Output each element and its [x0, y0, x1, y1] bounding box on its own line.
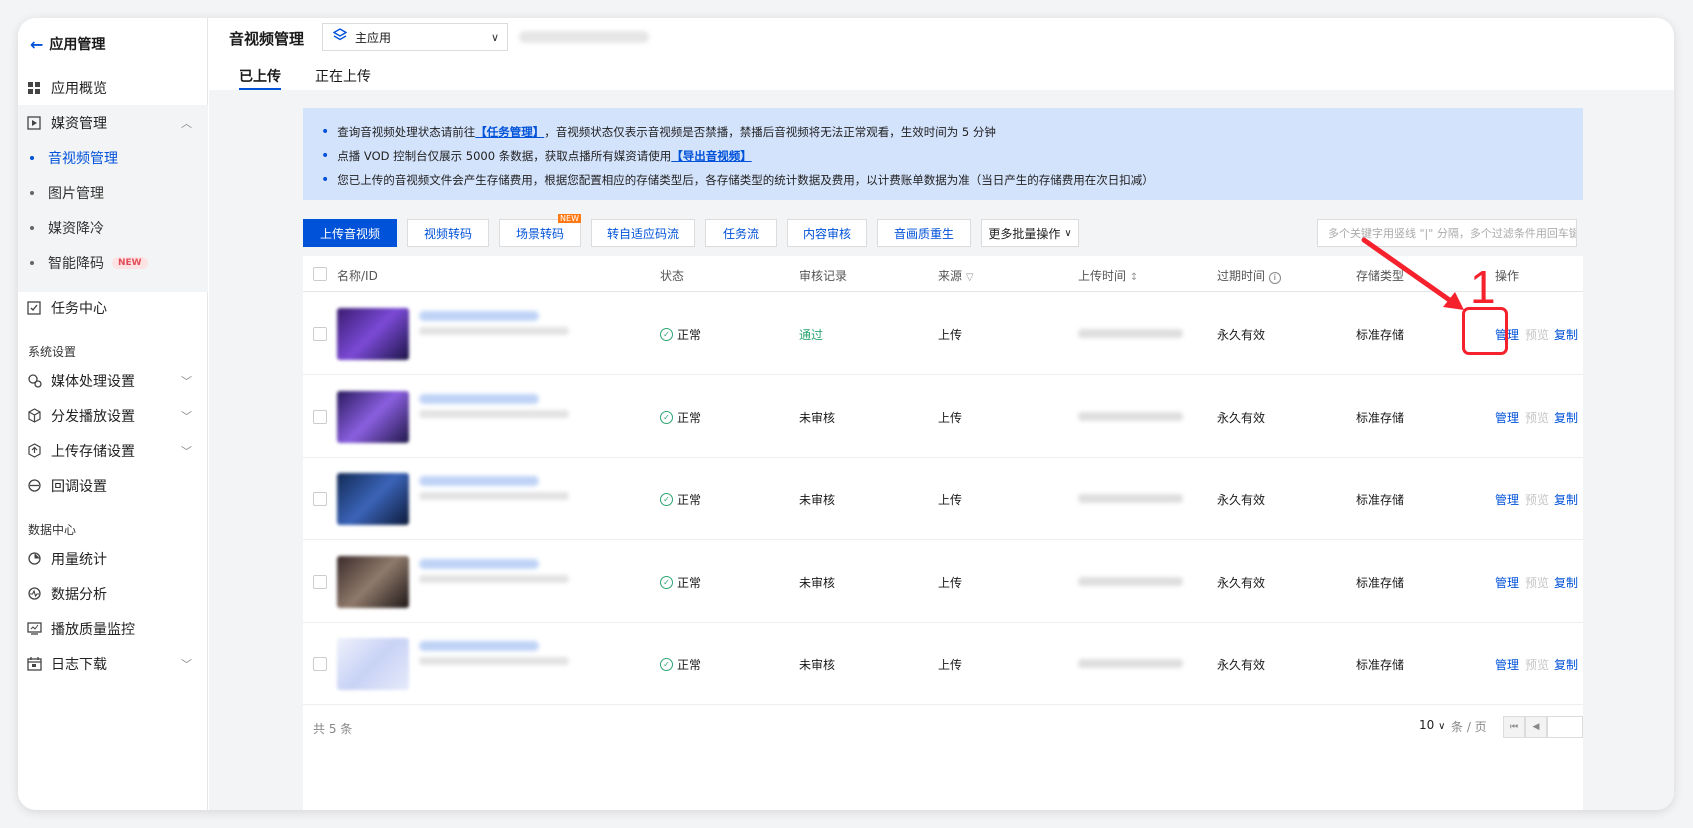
- annotation-highlight-box: [1462, 307, 1508, 355]
- annotation-arrow: [1361, 237, 1464, 310]
- app-window: ← 应用管理 应用概览 媒资管理 ︿ 音视频管理 图片管理 媒资降冷 智能降码 …: [18, 18, 1674, 810]
- annotation-number: 1: [1470, 261, 1496, 313]
